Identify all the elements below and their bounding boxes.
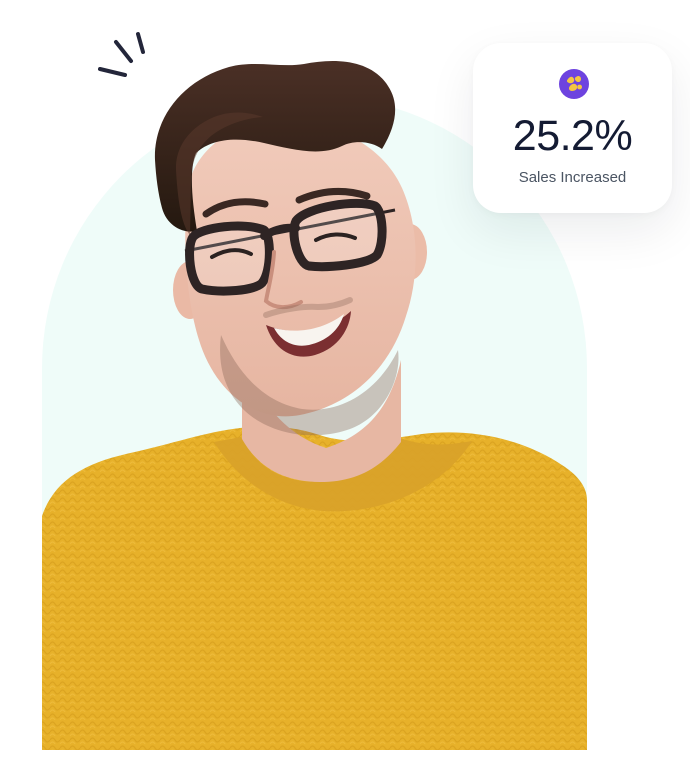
sparkle-badge-icon	[559, 69, 589, 99]
sales-stat-card: 25.2% Sales Increased	[473, 43, 672, 213]
sales-label: Sales Increased	[518, 169, 627, 186]
sales-percentage: 25.2%	[512, 112, 633, 160]
hero-illustration: 25.2% Sales Increased	[0, 0, 690, 765]
